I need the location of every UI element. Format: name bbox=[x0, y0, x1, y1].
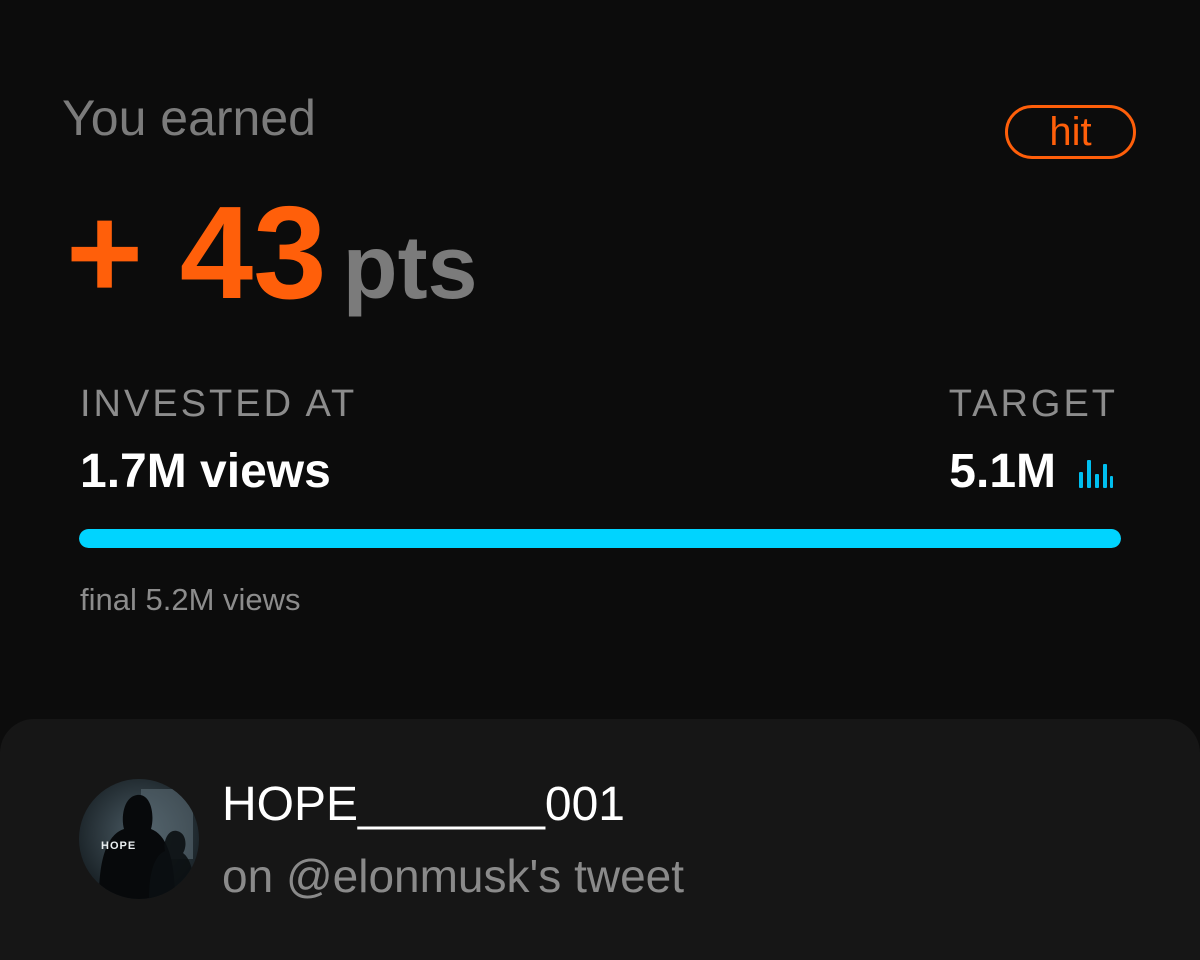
result-screen: You earned hit + 43 pts INVESTED AT TARGE… bbox=[0, 0, 1200, 960]
bar-chart-icon bbox=[1079, 460, 1113, 488]
status-badge: hit bbox=[1005, 105, 1136, 159]
earned-label: You earned bbox=[62, 90, 316, 146]
progress-fill bbox=[79, 529, 1121, 548]
invested-caption: INVESTED AT bbox=[80, 383, 358, 425]
avatar[interactable]: HOPE bbox=[79, 779, 199, 899]
tweet-source[interactable]: on @elonmusk's tweet bbox=[222, 849, 684, 903]
final-views-text: final 5.2M views bbox=[80, 582, 301, 617]
post-card[interactable]: HOPE HOPE_______001 on @elonmusk's tweet bbox=[0, 719, 1200, 960]
target-caption: TARGET bbox=[948, 383, 1118, 425]
avatar-text: HOPE bbox=[101, 840, 136, 852]
points-earned: + 43 pts bbox=[66, 178, 478, 328]
target-value-row: 5.1M bbox=[949, 444, 1114, 500]
points-unit: pts bbox=[342, 218, 478, 318]
invested-value: 1.7M views bbox=[80, 445, 331, 498]
points-value: + 43 bbox=[66, 179, 327, 326]
target-value: 5.1M bbox=[949, 445, 1056, 498]
username[interactable]: HOPE_______001 bbox=[222, 777, 625, 833]
progress-bar bbox=[79, 529, 1121, 548]
avatar-image: HOPE bbox=[79, 779, 199, 899]
